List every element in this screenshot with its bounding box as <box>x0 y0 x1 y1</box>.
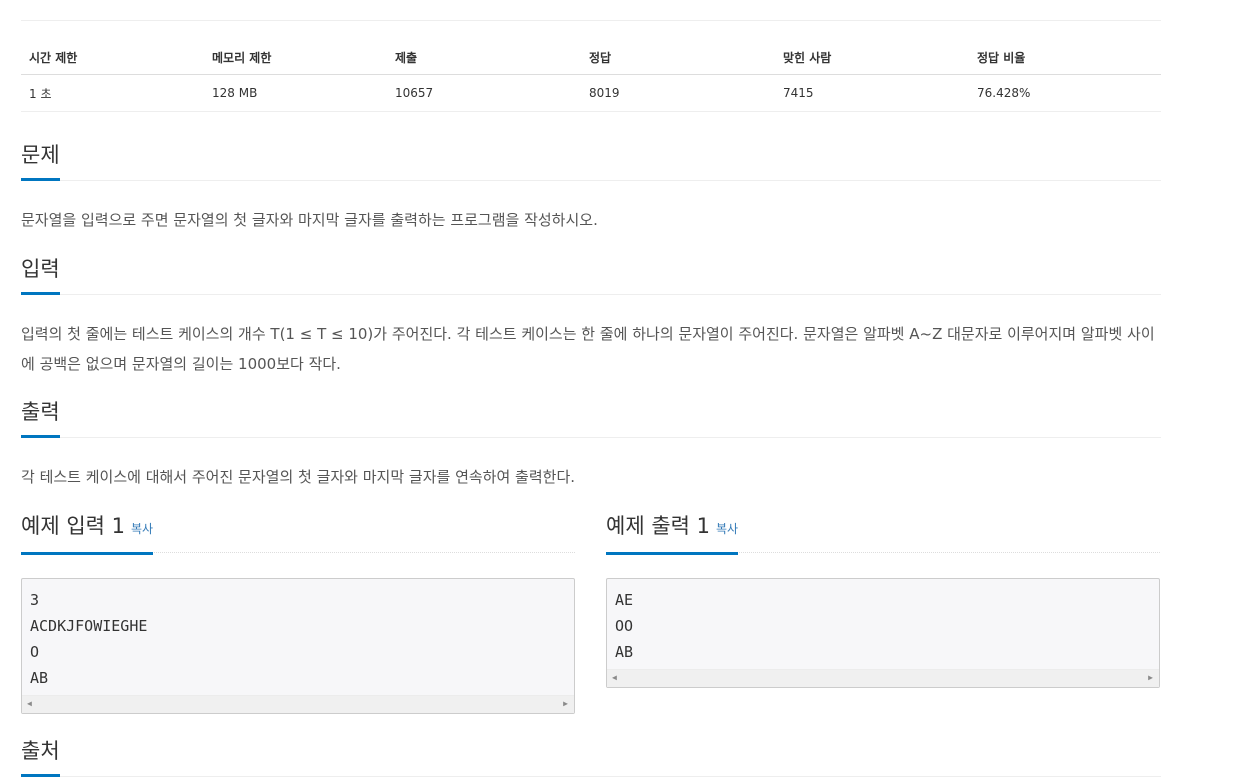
header-time-limit: 시간 제한 <box>21 40 204 75</box>
input-description: 입력의 첫 줄에는 테스트 케이스의 개수 T(1 ≤ T ≤ 10)가 주어진… <box>21 325 1155 373</box>
sample-output-scrollbar[interactable]: ◀ ▶ <box>607 669 1159 687</box>
problem-section-header: 문제 <box>21 140 1161 181</box>
scroll-left-arrow-icon[interactable]: ◀ <box>27 699 32 709</box>
sample-input-header: 예제 입력 1 복사 <box>21 510 575 555</box>
source-section-title: 출처 <box>21 736 60 777</box>
value-solved-users: 7415 <box>775 74 969 112</box>
sample-output-title: 예제 출력 1 <box>606 514 710 538</box>
output-section-title: 출력 <box>21 397 60 438</box>
sample-output-line: AE <box>615 591 634 609</box>
value-accepted: 8019 <box>581 74 775 112</box>
value-submissions: 10657 <box>387 74 581 112</box>
sample-input-title: 예제 입력 1 <box>21 514 125 538</box>
output-description: 각 테스트 케이스에 대해서 주어진 문자열의 첫 글자와 마지막 글자를 연속… <box>21 468 576 486</box>
sample-output-1: 예제 출력 1 복사 AE OO AB ◀ ▶ <box>606 510 1160 688</box>
problem-description: 문자열을 입력으로 주면 문자열의 첫 글자와 마지막 글자를 출력하는 프로그… <box>21 211 598 229</box>
output-section-header: 출력 <box>21 397 1161 438</box>
copy-sample-output-button[interactable]: 복사 <box>716 522 738 536</box>
scroll-right-arrow-icon[interactable]: ▶ <box>1148 673 1153 683</box>
sample-output-code: AE OO AB ◀ ▶ <box>606 578 1160 688</box>
value-memory-limit: 128 MB <box>204 74 387 112</box>
input-section-header: 입력 <box>21 254 1161 295</box>
header-accepted: 정답 <box>581 40 775 75</box>
problem-section-title: 문제 <box>21 140 60 181</box>
sample-output-line: OO <box>615 617 634 635</box>
problem-info-table: 시간 제한 메모리 제한 제출 정답 맞힌 사람 정답 비율 1 초 128 M… <box>21 40 1161 112</box>
sample-output-line: AB <box>615 643 634 661</box>
sample-input-line: 3 <box>30 591 40 609</box>
sample-output-title-wrap: 예제 출력 1 복사 <box>606 510 739 555</box>
header-solved-users: 맞힌 사람 <box>775 40 969 75</box>
scroll-right-arrow-icon[interactable]: ▶ <box>563 699 568 709</box>
sample-input-code: 3 ACDKJFOWIEGHE O AB ◀ ▶ <box>21 578 575 714</box>
sample-input-title-wrap: 예제 입력 1 복사 <box>21 510 154 555</box>
value-accept-ratio: 76.428% <box>969 74 1161 112</box>
source-section-header: 출처 <box>21 736 1161 777</box>
scroll-left-arrow-icon[interactable]: ◀ <box>612 673 617 683</box>
value-time-limit: 1 초 <box>21 74 204 112</box>
header-accept-ratio: 정답 비율 <box>969 40 1161 75</box>
top-divider <box>21 20 1161 21</box>
sample-input-1: 예제 입력 1 복사 3 ACDKJFOWIEGHE O AB ◀ ▶ <box>21 510 575 714</box>
header-submissions: 제출 <box>387 40 581 75</box>
info-header-row: 시간 제한 메모리 제한 제출 정답 맞힌 사람 정답 비율 <box>21 40 1161 75</box>
header-memory-limit: 메모리 제한 <box>204 40 387 75</box>
sample-input-line: O <box>30 643 40 661</box>
sample-input-scrollbar[interactable]: ◀ ▶ <box>22 695 574 713</box>
sample-input-line: ACDKJFOWIEGHE <box>30 617 148 635</box>
info-value-row: 1 초 128 MB 10657 8019 7415 76.428% <box>21 74 1161 112</box>
sample-input-line: AB <box>30 669 49 687</box>
sample-output-header: 예제 출력 1 복사 <box>606 510 1160 555</box>
copy-sample-input-button[interactable]: 복사 <box>131 522 153 536</box>
input-section-title: 입력 <box>21 254 60 295</box>
